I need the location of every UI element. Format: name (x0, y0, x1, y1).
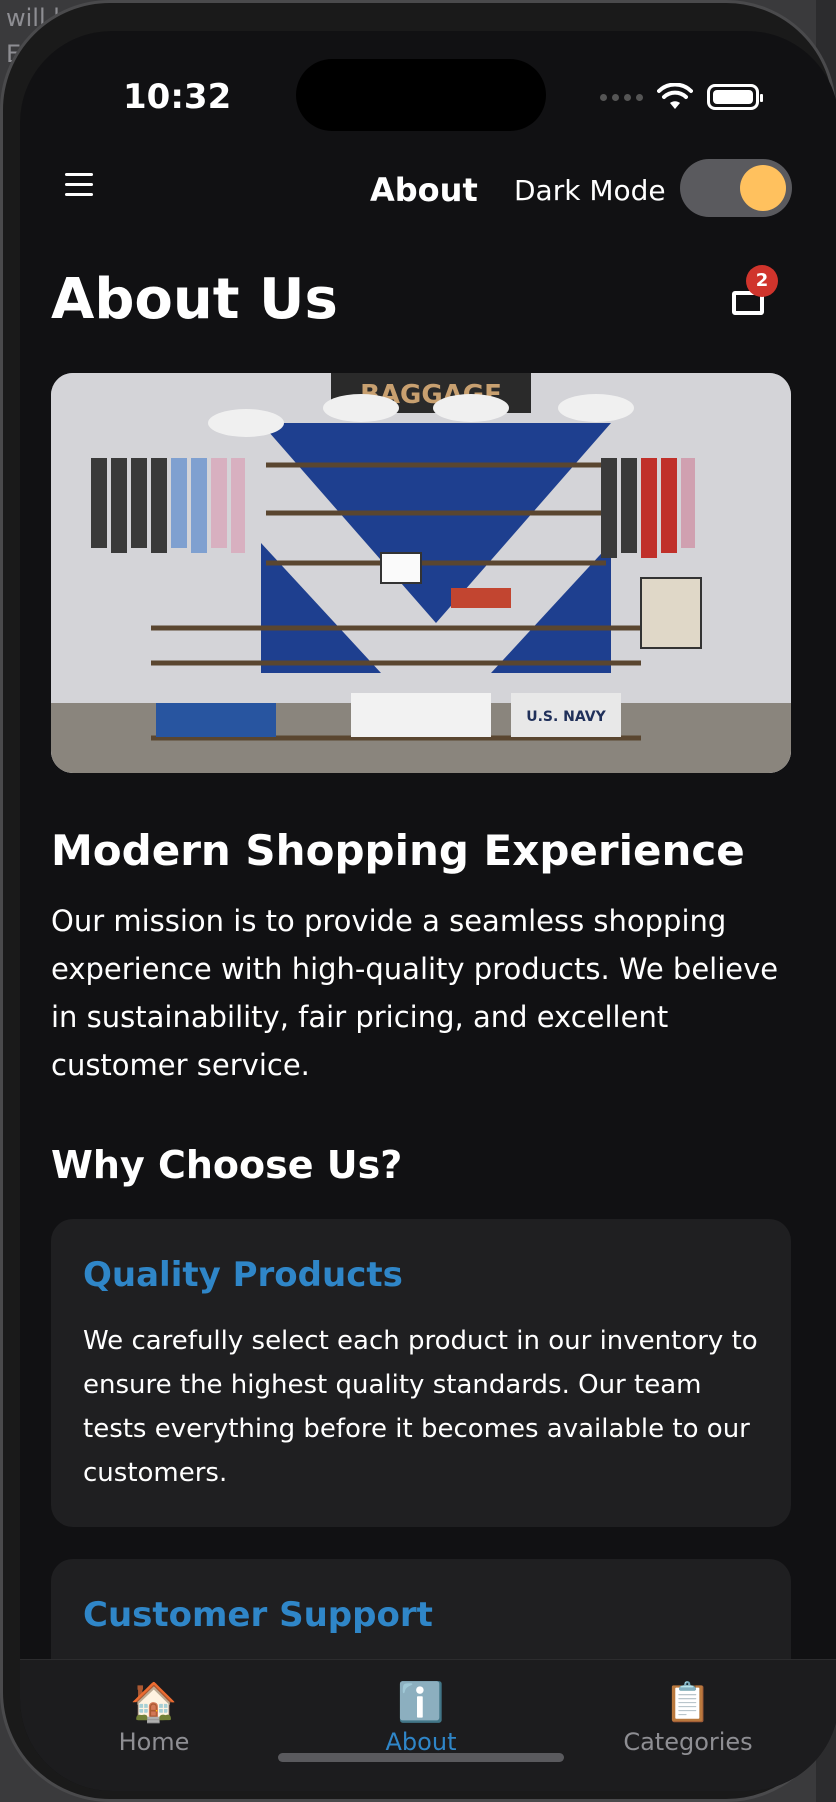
tab-label: Home (118, 1728, 190, 1756)
header-title: About (370, 171, 478, 209)
status-icons (600, 83, 763, 111)
card-title: Quality Products (83, 1255, 403, 1295)
app-screen: 10:32 About Dark Mode About Us 2 BAGGAGE… (20, 31, 836, 1791)
cellular-icon (600, 93, 643, 101)
card-text: We carefully select each product in our … (83, 1326, 758, 1488)
page-title: About Us (51, 267, 338, 332)
tab-bar: 🏠 Home ℹ️ About 📋 Categories (20, 1659, 836, 1791)
menu-icon[interactable] (65, 173, 97, 199)
why-heading: Why Choose Us? (51, 1143, 403, 1187)
hero-image: BAGGAGE U.S. NAVY (51, 373, 791, 773)
intro-heading: Modern Shopping Experience (51, 826, 745, 875)
tab-label: Categories (623, 1728, 753, 1756)
wifi-icon (657, 83, 693, 109)
shirt-print: U.S. NAVY (526, 709, 606, 725)
info-icon: ℹ️ (397, 1682, 445, 1724)
mission-text: Our mission is to provide a seamless sho… (51, 904, 779, 1082)
clipboard-icon: 📋 (664, 1682, 712, 1724)
phone-frame: 10:32 About Dark Mode About Us 2 BAGGAGE… (0, 0, 836, 1802)
tab-categories[interactable]: 📋 Categories (598, 1680, 778, 1756)
status-time: 10:32 (123, 77, 232, 117)
dark-mode-toggle[interactable] (680, 159, 792, 217)
battery-icon (707, 84, 763, 110)
house-icon: 🏠 (130, 1682, 178, 1724)
dark-mode-label: Dark Mode (514, 174, 666, 207)
card-title: Customer Support (83, 1595, 433, 1635)
store-interior-image: BAGGAGE U.S. NAVY (51, 373, 791, 773)
tab-about[interactable]: ℹ️ About (331, 1680, 511, 1756)
feature-card-quality: Quality Products We carefully select eac… (51, 1219, 791, 1527)
tab-label: About (385, 1728, 457, 1756)
tab-home[interactable]: 🏠 Home (64, 1680, 244, 1756)
cart-badge: 2 (746, 265, 778, 297)
toggle-knob (740, 165, 786, 211)
home-indicator[interactable] (278, 1753, 564, 1762)
dynamic-island (296, 59, 546, 131)
